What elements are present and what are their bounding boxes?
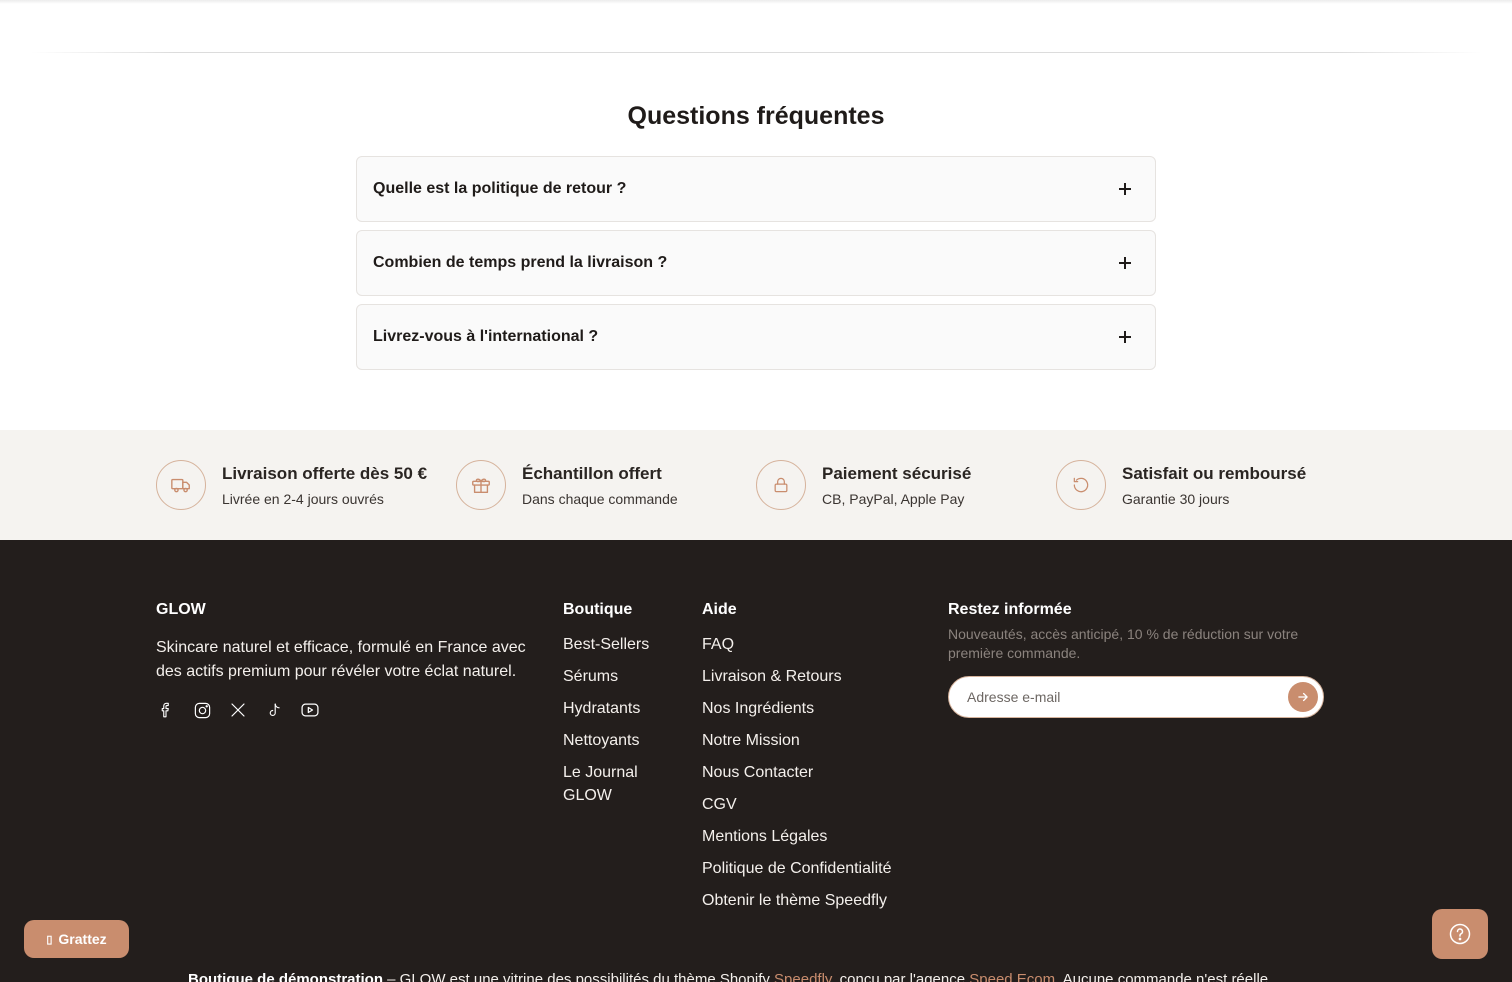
arrow-right-icon [1298, 692, 1308, 702]
facebook-icon[interactable] [156, 700, 176, 720]
feature-subtitle: Livrée en 2-4 jours ouvrés [222, 490, 384, 507]
scratch-button[interactable]: ▯ Grattez [24, 920, 129, 958]
scratch-button-label: Grattez [58, 931, 107, 947]
demo-notice-text: – GLOW est une vitrine des possibilités … [383, 971, 775, 982]
plus-icon [1119, 331, 1131, 343]
demo-notice-bold: Boutique de démonstration [188, 971, 383, 982]
demo-notice-text: . Aucune commande n'est réelle. [1055, 971, 1273, 982]
footer-link[interactable]: Sérums [563, 665, 673, 688]
gift-icon [456, 460, 506, 510]
footer-link[interactable]: Nos Ingrédients [702, 697, 932, 720]
boutique-title: Boutique [563, 601, 633, 618]
tiktok-icon[interactable] [264, 700, 284, 720]
feature-title: Paiement sécurisé [822, 463, 972, 483]
instagram-icon[interactable] [192, 700, 212, 720]
footer-link[interactable]: Hydratants [563, 697, 673, 720]
newsletter-text: Nouveautés, accès anticipé, 10 % de rédu… [948, 626, 1299, 661]
demo-notice-text: , conçu par l'agence [831, 971, 970, 982]
demo-notice: Boutique de démonstration – GLOW est une… [188, 971, 1272, 982]
features-bar: Livraison offerte dès 50 € Livrée en 2-4… [0, 430, 1512, 540]
footer-link[interactable]: Nous Contacter [702, 761, 932, 784]
faq-item[interactable]: Quelle est la politique de retour ? [356, 156, 1156, 222]
faq-question: Quelle est la politique de retour ? [373, 180, 627, 197]
footer-link[interactable]: CGV [702, 793, 932, 816]
feature-title: Livraison offerte dès 50 € [222, 463, 428, 483]
feature-payment: Paiement sécurisé CB, PayPal, Apple Pay [756, 460, 971, 510]
faq-title: Questions fréquentes [627, 102, 885, 130]
footer-link[interactable]: Politique de Confidentialité [702, 857, 932, 880]
section-divider [30, 52, 1482, 53]
scratch-icon: ▯ [46, 933, 53, 946]
email-field[interactable] [967, 677, 1277, 717]
boutique-links: Best-Sellers Sérums Hydratants Nettoyant… [563, 633, 673, 816]
newsletter-title: Restez informée [948, 601, 1072, 618]
x-icon[interactable] [228, 700, 248, 720]
social-links [156, 700, 320, 720]
footer-link[interactable]: Livraison & Retours [702, 665, 932, 688]
faq-item[interactable]: Livrez-vous à l'international ? [356, 304, 1156, 370]
faq-question: Combien de temps prend la livraison ? [373, 254, 668, 271]
faq-item[interactable]: Combien de temps prend la livraison ? [356, 230, 1156, 296]
footer-brand: GLOW [156, 601, 206, 618]
feature-sample: Échantillon offert Dans chaque commande [456, 460, 678, 510]
speed-ecom-link[interactable]: Speed Ecom [969, 971, 1055, 982]
youtube-icon[interactable] [300, 700, 320, 720]
feature-subtitle: Dans chaque commande [522, 490, 678, 507]
footer: GLOW Skincare naturel et efficace, formu… [0, 540, 1512, 982]
question-icon [1449, 923, 1471, 945]
footer-tagline: Skincare naturel et efficace, formulé en… [156, 639, 526, 680]
feature-title: Satisfait ou remboursé [1122, 463, 1307, 483]
aide-title: Aide [702, 601, 737, 618]
aide-links: FAQ Livraison & Retours Nos Ingrédients … [702, 633, 932, 921]
feature-shipping: Livraison offerte dès 50 € Livrée en 2-4… [156, 460, 427, 510]
footer-link[interactable]: Obtenir le thème Speedfly [702, 889, 932, 912]
feature-subtitle: Garantie 30 jours [1122, 490, 1230, 507]
footer-link[interactable]: Best-Sellers [563, 633, 673, 656]
footer-link[interactable]: FAQ [702, 633, 932, 656]
feature-title: Échantillon offert [522, 463, 662, 483]
truck-icon [156, 460, 206, 510]
footer-link[interactable]: Notre Mission [702, 729, 932, 752]
faq-question: Livrez-vous à l'international ? [373, 328, 599, 345]
help-button[interactable] [1432, 909, 1488, 959]
refresh-icon [1056, 460, 1106, 510]
lock-icon [756, 460, 806, 510]
feature-subtitle: CB, PayPal, Apple Pay [822, 490, 965, 507]
newsletter-submit-button[interactable] [1288, 682, 1318, 712]
footer-link[interactable]: Nettoyants [563, 729, 673, 752]
plus-icon [1119, 183, 1131, 195]
speedfly-link[interactable]: Speedfly [774, 971, 831, 982]
header-shadow [0, 0, 1512, 4]
faq-list: Quelle est la politique de retour ? Comb… [356, 156, 1156, 378]
newsletter-form [948, 676, 1324, 718]
feature-guarantee: Satisfait ou remboursé Garantie 30 jours [1056, 460, 1306, 510]
footer-link[interactable]: Mentions Légales [702, 825, 932, 848]
footer-link[interactable]: Le Journal GLOW [563, 761, 673, 807]
plus-icon [1119, 257, 1131, 269]
